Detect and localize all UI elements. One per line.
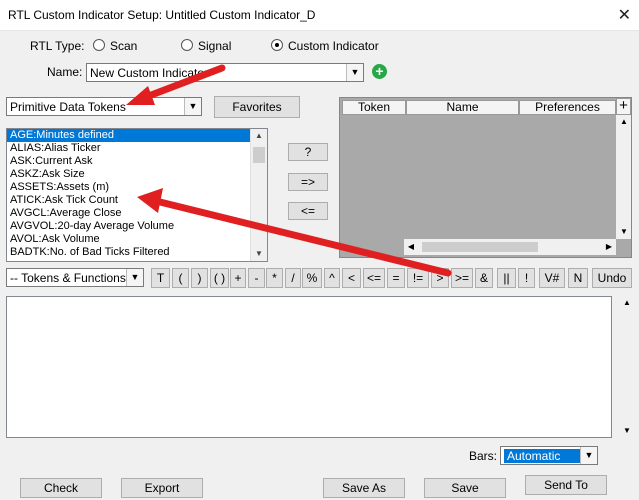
name-value: New Custom Indicator bbox=[90, 66, 209, 80]
editor-scrollbar[interactable]: ▲ ▼ bbox=[619, 296, 635, 438]
remove-token-button[interactable]: <= bbox=[288, 202, 328, 220]
operator-v-hash-button[interactable]: V# bbox=[539, 268, 565, 288]
dialog-window: RTL Custom Indicator Setup: Untitled Cus… bbox=[0, 0, 639, 500]
operator-n-button[interactable]: N bbox=[568, 268, 588, 288]
expression-editor[interactable] bbox=[6, 296, 612, 438]
list-scrollbar[interactable]: ▲ ▼ bbox=[250, 129, 267, 261]
chevron-down-icon[interactable]: ▼ bbox=[184, 98, 201, 115]
scroll-left-icon[interactable]: ◀ bbox=[404, 239, 418, 255]
column-header-name[interactable]: Name bbox=[406, 100, 519, 115]
operator-less-equal-button[interactable]: <= bbox=[363, 268, 385, 288]
list-item[interactable]: ATICK:Ask Tick Count bbox=[7, 194, 267, 207]
operator-modulo-button[interactable]: % bbox=[302, 268, 322, 288]
operator-equal-button[interactable]: = bbox=[387, 268, 405, 288]
grid-horizontal-scrollbar[interactable]: ◀ ▶ bbox=[404, 239, 616, 255]
operator-plus-button[interactable]: + bbox=[230, 268, 246, 288]
token-listbox[interactable]: AGE:Minutes defined ALIAS:Alias Ticker A… bbox=[6, 128, 268, 262]
scroll-down-icon[interactable]: ▼ bbox=[616, 225, 631, 239]
export-button[interactable]: Export bbox=[121, 478, 203, 498]
list-item[interactable]: AVOL:Ask Volume bbox=[7, 233, 267, 246]
add-column-icon[interactable]: + bbox=[616, 98, 631, 115]
scroll-down-icon[interactable]: ▼ bbox=[619, 424, 635, 438]
add-circle-icon[interactable]: + bbox=[372, 64, 387, 79]
scroll-thumb[interactable] bbox=[422, 242, 538, 252]
bars-value: Automatic bbox=[504, 449, 580, 463]
rtl-type-label: RTL Type: bbox=[30, 39, 85, 53]
send-to-button[interactable]: Send To bbox=[525, 475, 607, 495]
scroll-up-icon[interactable]: ▲ bbox=[616, 115, 631, 129]
column-header-token[interactable]: Token bbox=[342, 100, 406, 115]
selected-tokens-grid[interactable]: Token Name Preferences + ▲ ▼ ◀ ▶ bbox=[339, 97, 632, 258]
name-combobox[interactable]: New Custom Indicator ▼ bbox=[86, 63, 364, 82]
scroll-right-icon[interactable]: ▶ bbox=[602, 239, 616, 255]
list-item[interactable]: ASKZ:Ask Size bbox=[7, 168, 267, 181]
data-tokens-value: Primitive Data Tokens bbox=[10, 100, 126, 114]
operator-not-equal-button[interactable]: != bbox=[407, 268, 429, 288]
scroll-thumb[interactable] bbox=[253, 147, 265, 163]
operator-power-button[interactable]: ^ bbox=[324, 268, 340, 288]
operator-multiply-button[interactable]: * bbox=[266, 268, 283, 288]
list-item[interactable]: AVGVOL:20-day Average Volume bbox=[7, 220, 267, 233]
radio-signal-label: Signal bbox=[198, 39, 232, 53]
operator-parens-button[interactable]: ( ) bbox=[210, 268, 229, 288]
add-token-button[interactable]: => bbox=[288, 173, 328, 191]
list-item[interactable]: ASSETS:Assets (m) bbox=[7, 181, 267, 194]
bars-label: Bars: bbox=[469, 449, 498, 463]
chevron-down-icon[interactable]: ▼ bbox=[580, 447, 597, 464]
undo-button[interactable]: Undo bbox=[592, 268, 632, 288]
title-bar: RTL Custom Indicator Setup: Untitled Cus… bbox=[0, 0, 639, 31]
operator-close-paren-button[interactable]: ) bbox=[191, 268, 208, 288]
list-item[interactable]: ALIAS:Alias Ticker bbox=[7, 142, 267, 155]
operator-open-paren-button[interactable]: ( bbox=[172, 268, 189, 288]
operator-or-button[interactable]: || bbox=[497, 268, 516, 288]
radio-custom-indicator[interactable]: Custom Indicator bbox=[271, 39, 379, 53]
radio-signal[interactable]: Signal bbox=[181, 39, 231, 53]
operator-less-button[interactable]: < bbox=[342, 268, 361, 288]
grid-vertical-scrollbar[interactable]: ▲ ▼ bbox=[616, 115, 631, 239]
bars-dropdown[interactable]: Automatic ▼ bbox=[500, 446, 598, 465]
window-title: RTL Custom Indicator Setup: Untitled Cus… bbox=[8, 8, 316, 22]
chevron-down-icon[interactable]: ▼ bbox=[126, 269, 143, 286]
scroll-down-icon[interactable]: ▼ bbox=[251, 247, 267, 261]
scroll-up-icon[interactable]: ▲ bbox=[251, 129, 267, 143]
save-button[interactable]: Save bbox=[424, 478, 506, 498]
tokens-functions-value: -- Tokens & Functions -- bbox=[10, 271, 138, 285]
operator-greater-equal-button[interactable]: >= bbox=[451, 268, 473, 288]
help-button[interactable]: ? bbox=[288, 143, 328, 161]
tokens-functions-dropdown[interactable]: -- Tokens & Functions -- ▼ bbox=[6, 268, 144, 287]
list-item[interactable]: AVGCL:Average Close bbox=[7, 207, 267, 220]
operator-minus-button[interactable]: - bbox=[248, 268, 265, 288]
radio-custom-indicator-label: Custom Indicator bbox=[288, 39, 379, 53]
radio-circle-icon[interactable] bbox=[181, 39, 193, 51]
list-item[interactable]: AGE:Minutes defined bbox=[7, 129, 267, 142]
operator-divide-button[interactable]: / bbox=[285, 268, 301, 288]
chevron-down-icon[interactable]: ▼ bbox=[346, 64, 363, 81]
operator-greater-button[interactable]: > bbox=[431, 268, 449, 288]
radio-circle-icon[interactable] bbox=[93, 39, 105, 51]
name-label: Name: bbox=[47, 65, 83, 79]
scroll-up-icon[interactable]: ▲ bbox=[619, 296, 635, 310]
operator-and-button[interactable]: & bbox=[475, 268, 493, 288]
radio-scan-label: Scan bbox=[110, 39, 138, 53]
close-icon[interactable]: ✕ bbox=[618, 5, 631, 25]
radio-circle-checked-icon[interactable] bbox=[271, 39, 283, 51]
radio-scan[interactable]: Scan bbox=[93, 39, 137, 53]
save-as-button[interactable]: Save As bbox=[323, 478, 405, 498]
operator-t-button[interactable]: T bbox=[151, 268, 170, 288]
column-header-preferences[interactable]: Preferences bbox=[519, 100, 616, 115]
data-tokens-dropdown[interactable]: Primitive Data Tokens ▼ bbox=[6, 97, 202, 116]
favorites-button[interactable]: Favorites bbox=[214, 96, 300, 118]
operator-not-button[interactable]: ! bbox=[518, 268, 535, 288]
check-button[interactable]: Check bbox=[20, 478, 102, 498]
list-item[interactable]: ASK:Current Ask bbox=[7, 155, 267, 168]
list-item[interactable]: BADTK:No. of Bad Ticks Filtered bbox=[7, 246, 267, 259]
